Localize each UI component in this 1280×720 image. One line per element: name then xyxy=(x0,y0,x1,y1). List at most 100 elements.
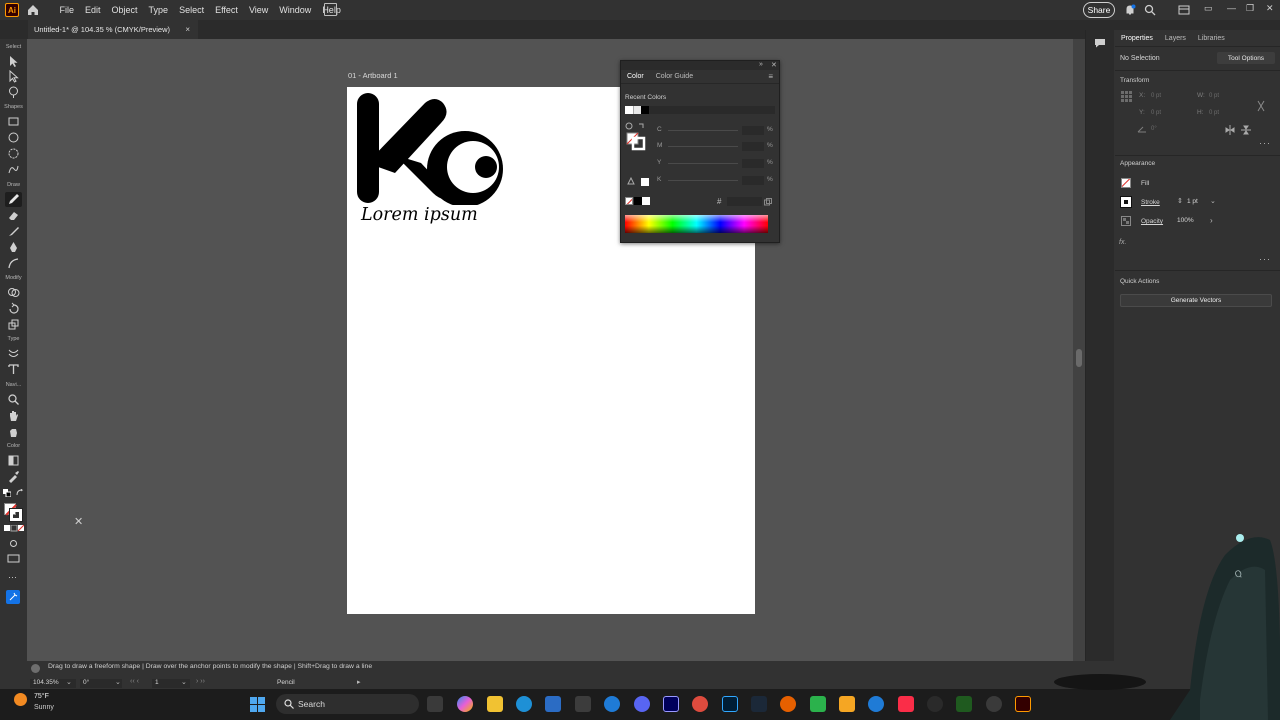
color-mode-icons[interactable] xyxy=(4,525,24,532)
menu-window[interactable]: Window xyxy=(274,5,317,15)
menu-view[interactable]: View xyxy=(243,5,273,15)
stroke-color-swatch[interactable] xyxy=(9,508,23,522)
polygon-tool-icon[interactable] xyxy=(7,147,20,160)
close-panel-icon[interactable]: ✕ xyxy=(771,61,777,69)
weather-condition[interactable]: Sunny xyxy=(34,704,54,711)
black-input[interactable] xyxy=(742,176,764,185)
canvas-area[interactable]: 01 - Artboard 1 Lorem ipsum ✕ xyxy=(27,39,1073,661)
app-icon[interactable] xyxy=(868,696,884,712)
color-spectrum-bar[interactable] xyxy=(625,215,768,233)
yellow-input[interactable] xyxy=(742,159,764,168)
color-panel-titlebar[interactable]: » ✕ xyxy=(621,61,779,70)
comments-icon[interactable] xyxy=(1094,38,1106,48)
stroke-label[interactable]: Stroke xyxy=(1141,199,1160,206)
rotate-tool-icon[interactable] xyxy=(7,302,20,315)
menu-type[interactable]: Type xyxy=(143,5,174,15)
yellow-track[interactable] xyxy=(668,163,738,164)
artboard-dropdown-icon[interactable]: ⌄ xyxy=(181,678,187,686)
task-view-icon[interactable] xyxy=(427,696,443,712)
warp-tool-icon[interactable] xyxy=(7,347,20,360)
recent-color-swatch[interactable] xyxy=(633,106,641,114)
hex-input[interactable] xyxy=(727,197,762,206)
ellipse-tool-icon[interactable] xyxy=(7,131,20,144)
draw-mode-icon[interactable] xyxy=(7,537,20,550)
discord-icon[interactable] xyxy=(634,696,650,712)
shaper-tool-icon[interactable] xyxy=(7,163,20,176)
panel-menu-icon[interactable]: ≡ xyxy=(768,72,773,81)
document-tab[interactable]: Untitled-1* @ 104.35 % (CMYK/Preview) × xyxy=(28,20,198,39)
status-menu-arrow-icon[interactable]: ▸ xyxy=(357,678,361,686)
premiere-pro-icon[interactable] xyxy=(663,696,679,712)
zoom-dropdown-icon[interactable]: ⌄ xyxy=(66,678,72,686)
tab-color-guide[interactable]: Color Guide xyxy=(650,73,699,83)
flip-horizontal-icon[interactable] xyxy=(1225,125,1235,135)
fill-stroke-proxy-icon[interactable] xyxy=(625,122,647,152)
recent-color-swatch[interactable] xyxy=(625,106,633,114)
edit-toolbar-button[interactable] xyxy=(6,590,20,604)
current-tool-display[interactable]: Pencil xyxy=(274,679,364,688)
copy-hex-icon[interactable] xyxy=(764,198,772,206)
firefox-icon[interactable] xyxy=(780,696,796,712)
gradient-tool-icon[interactable] xyxy=(7,454,20,467)
weather-temperature[interactable]: 75°F xyxy=(34,693,49,700)
w-input[interactable]: 0 pt xyxy=(1209,93,1219,99)
type-tool-icon[interactable] xyxy=(7,363,20,376)
shape-builder-tool-icon[interactable] xyxy=(7,286,20,299)
file-explorer-icon[interactable] xyxy=(487,696,503,712)
opacity-input[interactable]: 100% xyxy=(1177,217,1194,224)
constrain-proportions-icon[interactable] xyxy=(1256,100,1266,112)
menu-effect[interactable]: Effect xyxy=(210,5,244,15)
chrome-icon[interactable] xyxy=(692,696,708,712)
magenta-slider[interactable]: M % xyxy=(654,142,779,151)
cyan-track[interactable] xyxy=(668,130,738,131)
flip-vertical-icon[interactable] xyxy=(1241,125,1251,135)
pen-tool-icon[interactable] xyxy=(7,241,20,254)
search-icon[interactable] xyxy=(1144,4,1156,16)
h-input[interactable]: 0 pt xyxy=(1209,110,1219,116)
zoom-tool-icon[interactable] xyxy=(7,393,20,406)
stroke-weight-dropdown-icon[interactable]: ⌄ xyxy=(1210,197,1216,205)
yellow-slider[interactable]: Y % xyxy=(654,159,779,168)
rotation-dropdown-icon[interactable]: ⌄ xyxy=(115,678,121,686)
home-icon[interactable] xyxy=(26,3,40,17)
cyan-slider[interactable]: C % xyxy=(654,126,779,135)
magic-wand-tool-icon[interactable] xyxy=(7,85,20,98)
black-slider[interactable]: K % xyxy=(654,176,779,185)
menu-file[interactable]: File xyxy=(54,5,80,15)
more-tools-icon[interactable]: ··· xyxy=(8,572,17,582)
paintbrush-tool-icon[interactable] xyxy=(7,225,20,238)
fill-swatch[interactable] xyxy=(1121,178,1131,188)
menu-select[interactable]: Select xyxy=(174,5,210,15)
restore-panel-icon[interactable]: ▭ xyxy=(1204,3,1213,14)
collapse-panel-icon[interactable]: » xyxy=(759,61,763,68)
web-safe-swatch[interactable] xyxy=(641,178,649,186)
minimize-icon[interactable]: — xyxy=(1227,3,1236,13)
none-swatch[interactable] xyxy=(625,197,633,205)
tab-libraries[interactable]: Libraries xyxy=(1192,35,1231,42)
menu-object[interactable]: Object xyxy=(106,5,143,15)
tab-properties[interactable]: Properties xyxy=(1115,35,1159,42)
white-swatch[interactable] xyxy=(642,197,650,205)
more-transform-options-icon[interactable]: ··· xyxy=(1259,138,1271,148)
reference-point-icon[interactable] xyxy=(1120,90,1133,103)
close-tab-icon[interactable]: × xyxy=(185,25,190,34)
default-colors-icon[interactable] xyxy=(3,489,11,497)
windows-start-icon[interactable] xyxy=(250,697,265,712)
close-window-icon[interactable]: ✕ xyxy=(1266,3,1274,14)
eyedropper-tool-icon[interactable] xyxy=(7,470,20,483)
copilot-icon[interactable] xyxy=(457,696,473,712)
stroke-swatch[interactable] xyxy=(1120,196,1132,208)
tool-options-button[interactable]: Tool Options xyxy=(1217,52,1275,64)
hand-tool-icon[interactable] xyxy=(7,409,20,422)
rectangle-tool-icon[interactable] xyxy=(7,115,20,128)
black-swatch[interactable] xyxy=(634,197,642,205)
epic-games-icon[interactable] xyxy=(575,696,591,712)
scrollbar-thumb[interactable] xyxy=(1076,349,1082,367)
edge-icon[interactable] xyxy=(516,696,532,712)
obs-icon[interactable] xyxy=(927,696,943,712)
previous-artboard-icon[interactable]: ‹‹ ‹ xyxy=(130,678,139,685)
illustrator-taskbar-icon[interactable] xyxy=(1015,696,1031,712)
next-artboard-icon[interactable]: › ›› xyxy=(196,678,205,685)
store-icon[interactable] xyxy=(545,696,561,712)
black-track[interactable] xyxy=(668,180,738,181)
